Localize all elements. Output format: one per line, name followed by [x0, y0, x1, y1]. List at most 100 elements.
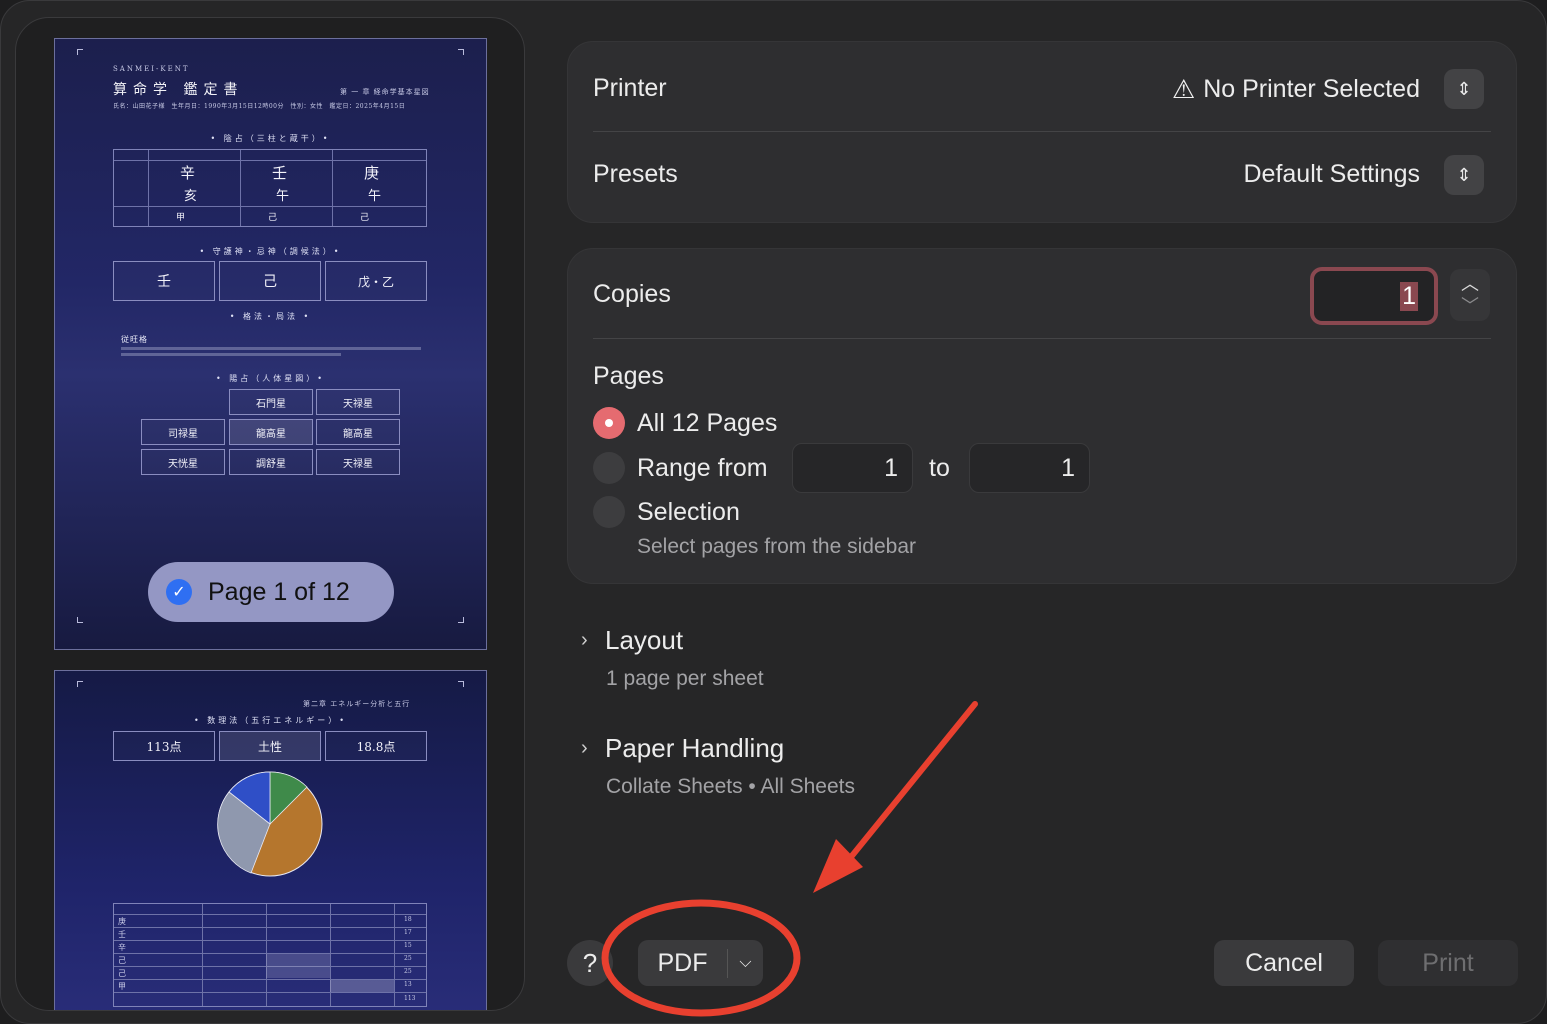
range-to-label: to [929, 454, 950, 482]
section-heading: • 格法・局法 • [229, 312, 312, 321]
printer-value: No Printer Selected [1203, 75, 1420, 103]
energy-table: 庚 壬 辛 己 己 甲 18 17 15 25 25 13 113 [113, 903, 427, 1007]
corner-mark [77, 617, 83, 623]
corner-mark [458, 681, 464, 687]
pillar-foot-1: 甲 [176, 213, 186, 223]
page-thumbnail-sidebar[interactable]: SANMEI-KENT 算命学 鑑定書 第 一 章 経命学基本星図 氏名：山田花… [15, 17, 525, 1011]
table-row-value: 18 [404, 916, 412, 923]
star-cell: 天禄星 [316, 449, 400, 475]
copies-stepper[interactable]: ︿ ﹀ [1450, 269, 1490, 321]
range-from-input[interactable]: 1 [792, 443, 913, 493]
table-row-key: 壬 [118, 930, 126, 939]
paper-handling-subtitle: Collate Sheets • All Sheets [606, 775, 855, 798]
guardian-cell-3: 戊・乙 [325, 261, 427, 301]
presets-updown-icon[interactable]: ⇕ [1444, 155, 1484, 195]
annotation-arrow-shaft [848, 701, 978, 860]
pillar-table: 辛 亥 甲 壬 午 己 庚 午 己 [113, 149, 427, 227]
pdf-menu-button[interactable]: PDF ⌵ [638, 940, 763, 986]
pillar-top-2: 壬 [272, 164, 288, 182]
selection-hint: Select pages from the sidebar [637, 535, 916, 558]
energy-cell-3: 18.8点 [325, 731, 427, 761]
range-from-label[interactable]: Range from [637, 454, 768, 483]
corner-mark [458, 49, 464, 55]
chevron-up-icon[interactable]: ︿ [1461, 273, 1479, 295]
presets-select[interactable]: Default Settings [1244, 160, 1421, 189]
guardian-cell-1: 壬 [113, 261, 215, 301]
pillar-bottom-1: 亥 [184, 189, 198, 204]
range-to-input[interactable]: 1 [969, 443, 1090, 493]
page-thumbnail-2[interactable]: 第二章 エネルギー分析と五行 • 数理法（五行エネルギー）• 113点 土性 1… [54, 670, 487, 1010]
table-row-value: 17 [404, 929, 412, 936]
energy-cell-1: 113点 [113, 731, 215, 761]
guardian-cell-2: 己 [219, 261, 321, 301]
paper-handling-disclosure[interactable]: › Paper Handling [581, 733, 784, 764]
all-pages-label[interactable]: All 12 Pages [637, 409, 777, 438]
radio-selection[interactable] [593, 496, 625, 528]
chevron-right-icon: › [581, 737, 588, 759]
layout-disclosure[interactable]: › Layout [581, 625, 683, 656]
pillar-bottom-3: 午 [368, 189, 382, 204]
cancel-button[interactable]: Cancel [1214, 940, 1354, 986]
selection-label[interactable]: Selection [637, 498, 740, 527]
pages-label: Pages [593, 362, 664, 390]
table-row-key: 己 [118, 956, 126, 965]
chevron-right-icon: › [581, 629, 588, 651]
page-selected-badge[interactable]: ✓ Page 1 of 12 [148, 562, 394, 622]
page-badge-label: Page 1 of 12 [208, 577, 350, 606]
warning-triangle-icon: ⚠ [1171, 74, 1196, 104]
pillar-foot-2: 己 [268, 213, 278, 223]
printer-presets-panel: Printer ⚠ No Printer Selected ⇕ Presets … [567, 41, 1517, 223]
copies-input[interactable]: 1 [1310, 267, 1438, 325]
star-cell: 龍高星 [229, 419, 313, 445]
text-line [121, 347, 421, 350]
table-row-value: 13 [404, 981, 412, 988]
section-heading: • 陽占（人体星図）• [216, 374, 325, 383]
brand-text: SANMEI-KENT [113, 65, 190, 73]
pie-chart-graphic [217, 771, 323, 877]
section-heading: • 守護神・忌神（調候法）• [199, 247, 342, 256]
pillar-top-3: 庚 [364, 164, 380, 182]
text-line [121, 353, 341, 356]
chevron-down-icon[interactable]: ﹀ [1461, 295, 1479, 317]
layout-title: Layout [605, 625, 684, 655]
table-total: 113 [404, 995, 416, 1002]
print-button[interactable]: Print [1378, 940, 1518, 986]
section-heading: • 数理法（五行エネルギー）• [194, 716, 347, 725]
chevron-down-icon[interactable]: ⌵ [728, 954, 763, 972]
header-right-text: 第 一 章 経命学基本星図 [340, 88, 430, 96]
print-dialog: SANMEI-KENT 算命学 鑑定書 第 一 章 経命学基本星図 氏名：山田花… [0, 0, 1547, 1024]
corner-mark [77, 49, 83, 55]
pdf-label[interactable]: PDF [638, 948, 728, 978]
divider [593, 338, 1491, 339]
info-line: 氏名：山田花子様 生年月日：1990年3月15日12時00分 性別：女性 鑑定日… [113, 103, 406, 110]
printer-label: Printer [593, 74, 667, 102]
header-right-text: 第二章 エネルギー分析と五行 [303, 700, 411, 708]
printer-select[interactable]: ⚠ No Printer Selected [1172, 74, 1420, 105]
help-button[interactable]: ? [567, 940, 613, 986]
pillar-bottom-2: 午 [276, 189, 290, 204]
star-cell: 調舒星 [229, 449, 313, 475]
copies-value: 1 [1400, 281, 1418, 311]
pillar-foot-3: 己 [360, 213, 370, 223]
corner-mark [77, 681, 83, 687]
page-thumbnail-1[interactable]: SANMEI-KENT 算命学 鑑定書 第 一 章 経命学基本星図 氏名：山田花… [54, 38, 487, 650]
star-cell: 龍高星 [316, 419, 400, 445]
table-row-value: 15 [404, 942, 412, 949]
table-row-key: 己 [118, 969, 126, 978]
section-heading: • 陰占（三柱と蔵干）• [210, 134, 331, 143]
radio-range[interactable] [593, 452, 625, 484]
radio-all-pages[interactable] [593, 407, 625, 439]
presets-value: Default Settings [1243, 160, 1421, 188]
star-cell: 司禄星 [141, 419, 225, 445]
printer-updown-icon[interactable]: ⇕ [1444, 69, 1484, 109]
star-cell: 天禄星 [316, 389, 400, 415]
table-row-key: 庚 [118, 917, 126, 926]
star-cell: 石門星 [229, 389, 313, 415]
document-title: 算命学 鑑定書 [113, 82, 244, 98]
paper-handling-title: Paper Handling [605, 733, 785, 763]
pillar-top-1: 辛 [180, 164, 196, 182]
table-row-value: 25 [404, 968, 412, 975]
corner-mark [458, 617, 464, 623]
table-row-key: 甲 [118, 982, 126, 991]
copies-label: Copies [593, 280, 671, 308]
